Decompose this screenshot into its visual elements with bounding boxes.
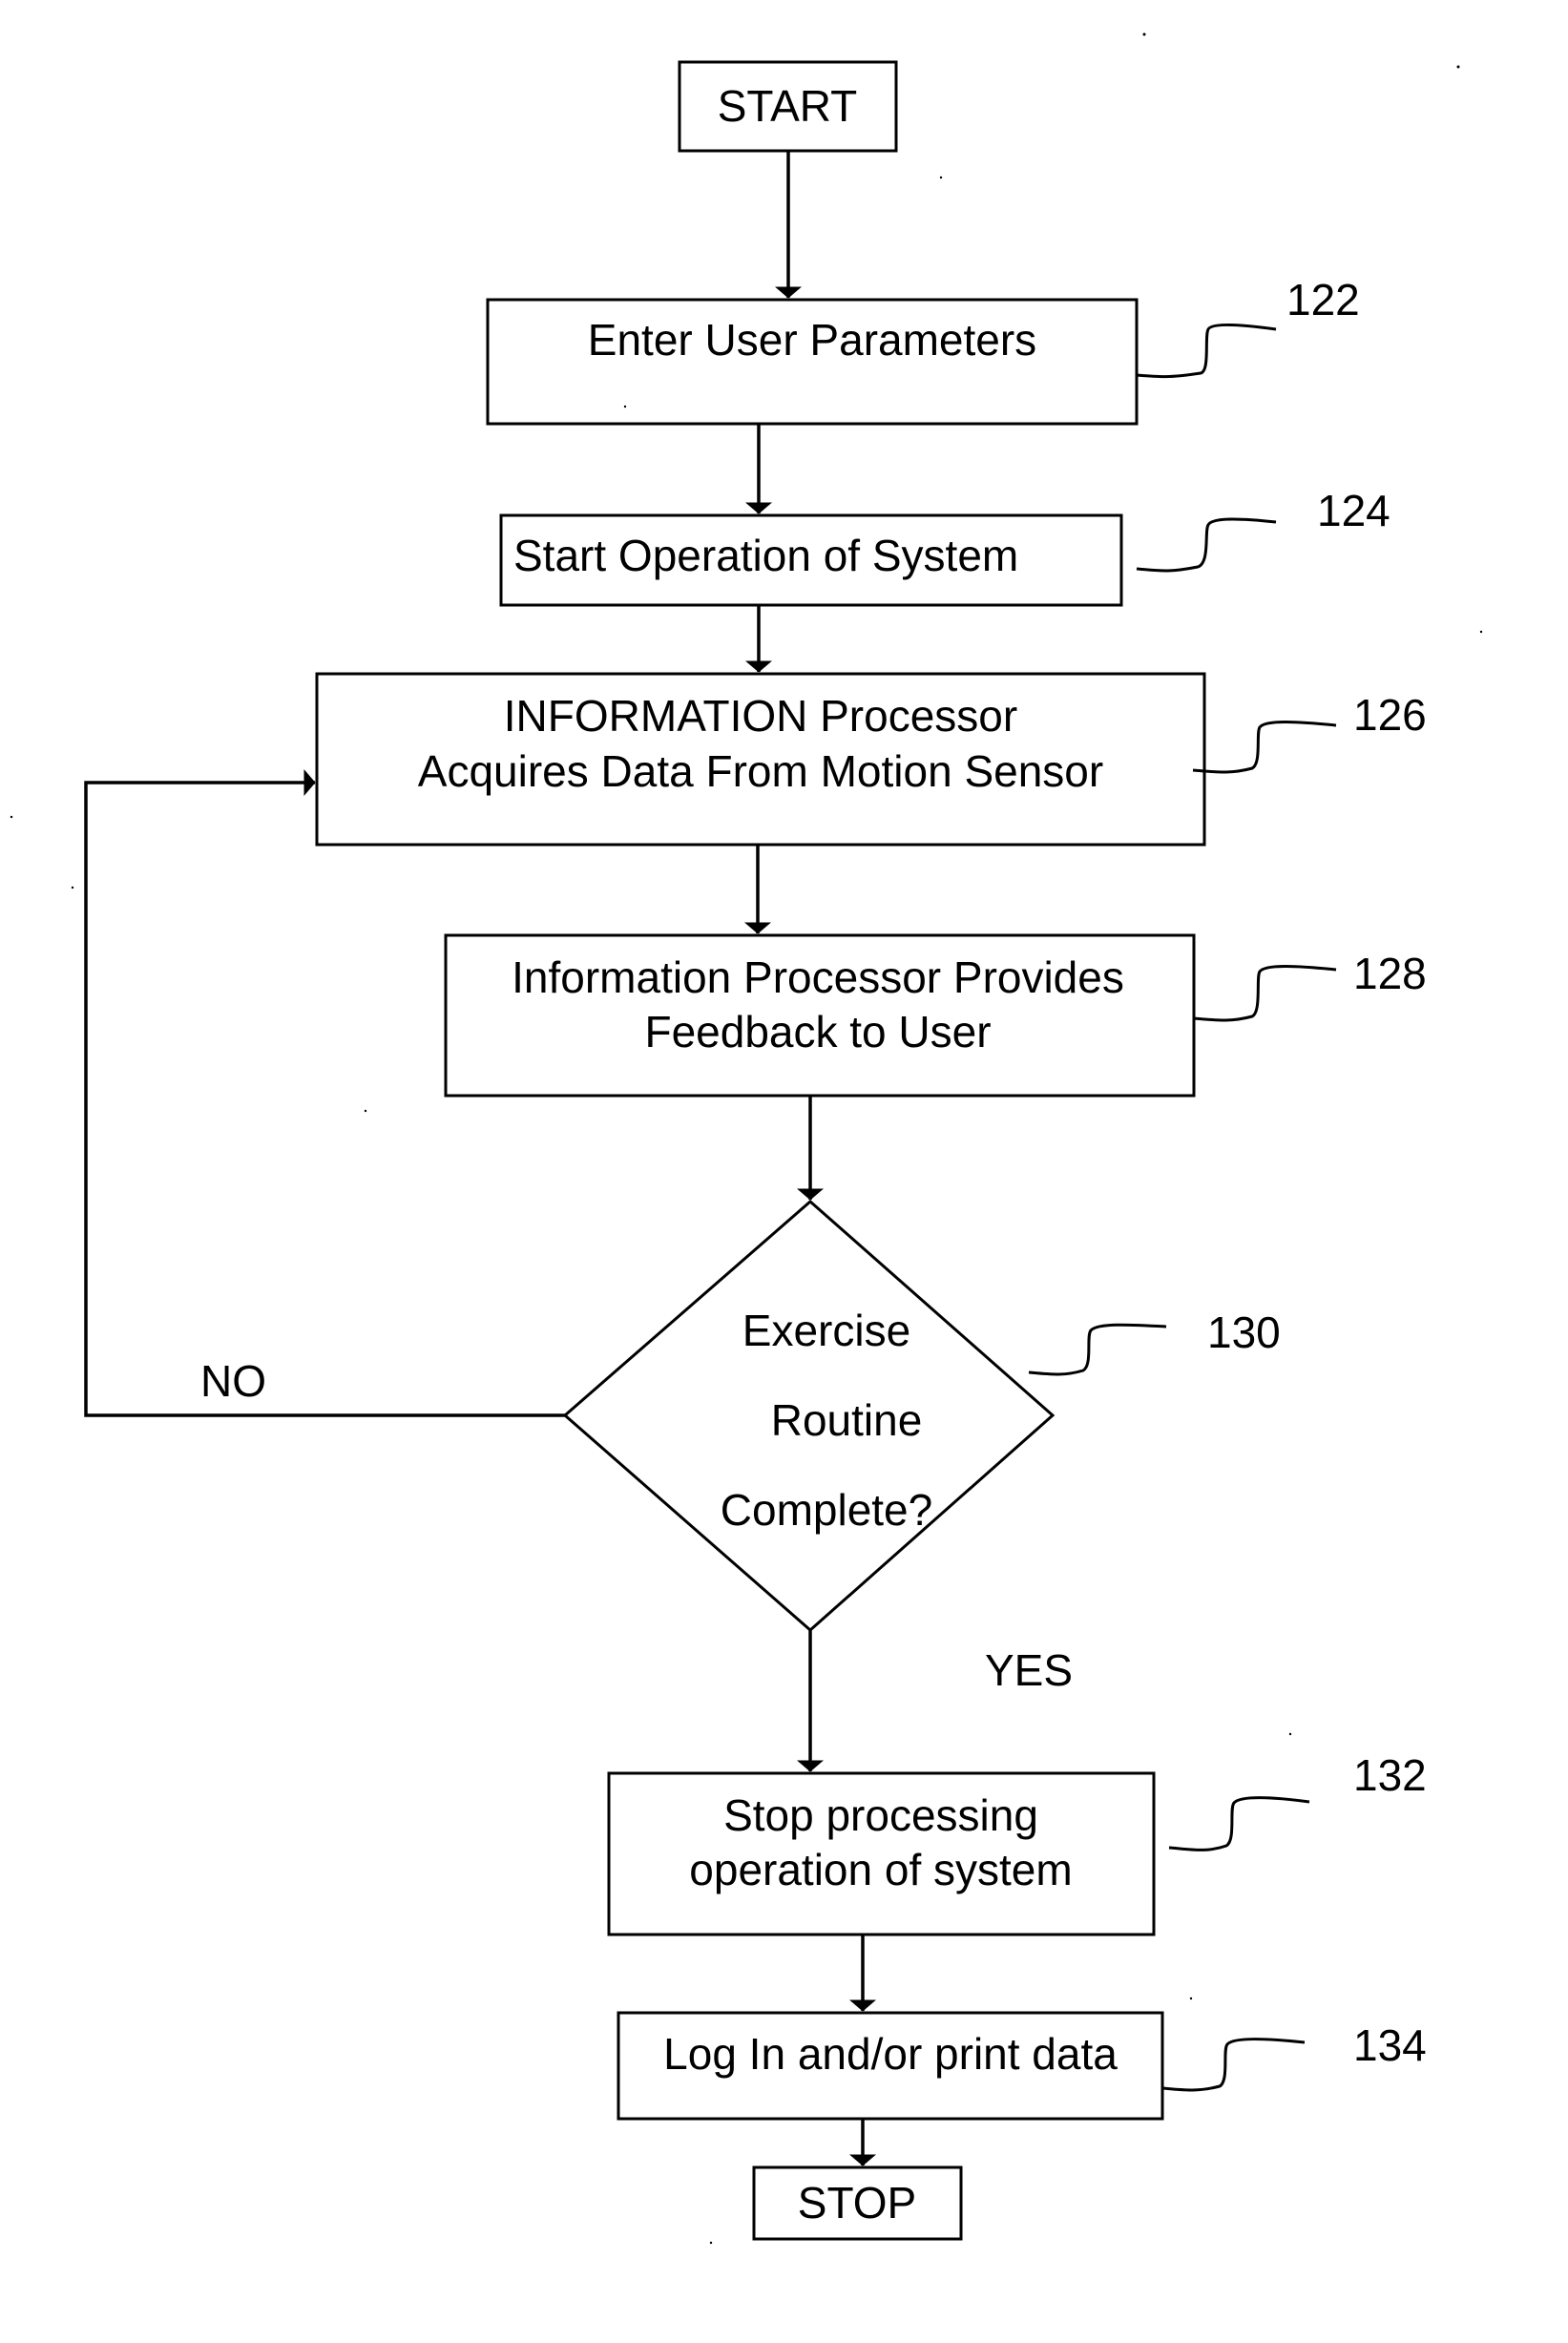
leader-line-130 <box>1028 1323 1167 1376</box>
leader-line-128 <box>1193 965 1337 1022</box>
ref-label-128: 128 <box>1353 949 1427 998</box>
flowchart: START Enter User Parameters 122 Start Op… <box>10 32 1483 2245</box>
leader-line-132 <box>1168 1796 1310 1851</box>
step-126-text-line-2: Acquires Data From Motion Sensor <box>418 746 1103 796</box>
stop-node: STOP <box>752 2165 963 2241</box>
ref-label-134: 134 <box>1353 2020 1427 2070</box>
step-122-node: Enter User Parameters <box>486 298 1139 426</box>
ref-label-124: 124 <box>1317 486 1390 535</box>
no-label: NO <box>200 1356 266 1406</box>
ref-label-132: 132 <box>1353 1750 1427 1800</box>
step-134-text: Log In and/or print data <box>663 2029 1118 2079</box>
leader-line-124 <box>1136 517 1277 573</box>
leader-line-134 <box>1161 2038 1306 2092</box>
step-128-node: Information Processor Provides Feedback … <box>444 933 1196 1098</box>
step-128-text-line-2: Feedback to User <box>644 1007 991 1056</box>
yes-label: YES <box>985 1645 1073 1695</box>
decision-130-text-line-3: Complete? <box>721 1485 932 1535</box>
step-132-text-line-2: operation of system <box>689 1845 1072 1894</box>
step-132-node: Stop processing operation of system <box>607 1771 1156 1936</box>
step-134-node: Log In and/or print data <box>617 2011 1164 2121</box>
decision-130-text-line-2: Routine <box>771 1395 923 1445</box>
step-132-text-line-1: Stop processing <box>723 1790 1038 1840</box>
leader-line-126 <box>1192 721 1337 774</box>
stop-label: STOP <box>798 2178 916 2228</box>
arrow-no-loop-to-126 <box>84 769 565 1417</box>
ref-label-126: 126 <box>1353 690 1427 740</box>
step-126-text-line-1: INFORMATION Processor <box>504 691 1017 741</box>
start-node: START <box>678 60 898 153</box>
step-126-node: INFORMATION Processor Acquires Data From… <box>315 672 1206 847</box>
step-128-text-line-1: Information Processor Provides <box>512 952 1124 1002</box>
start-label: START <box>718 81 858 131</box>
step-124-text: Start Operation of System <box>513 531 1018 580</box>
leader-line-122 <box>1136 323 1277 379</box>
decision-130-text-line-1: Exercise <box>742 1306 910 1355</box>
step-122-text: Enter User Parameters <box>588 315 1036 365</box>
decision-130-node: Exercise Routine Complete? <box>562 1200 1056 1632</box>
step-124-node: Start Operation of System <box>499 513 1123 607</box>
ref-label-122: 122 <box>1286 275 1360 324</box>
ref-label-130: 130 <box>1207 1307 1281 1357</box>
